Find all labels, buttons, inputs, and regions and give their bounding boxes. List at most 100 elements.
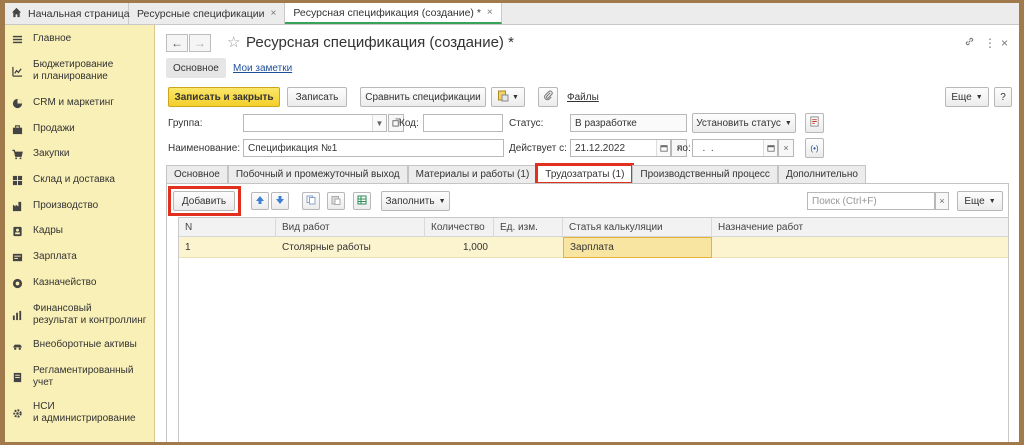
save-and-close-button[interactable]: Записать и закрыть — [168, 87, 280, 107]
sidebar-item-label: НСИ и администрирование — [33, 401, 136, 424]
close-icon: × — [939, 196, 945, 206]
more-icon[interactable]: ⋮ — [984, 36, 996, 50]
copy-icon — [306, 195, 316, 208]
warehouse-icon — [11, 174, 23, 186]
search-input[interactable]: Поиск (Ctrl+F) — [807, 192, 935, 210]
tab-additional[interactable]: Дополнительно — [777, 165, 866, 183]
cell-n[interactable]: 1 — [179, 237, 276, 258]
name-field[interactable]: Спецификация №1 — [243, 139, 504, 157]
save-button[interactable]: Записать — [287, 87, 347, 107]
cell-purpose[interactable] — [712, 237, 1008, 258]
help-button[interactable]: ? — [994, 87, 1012, 107]
files-link[interactable]: Файлы — [567, 92, 599, 103]
code-label: Код: — [399, 118, 419, 129]
group-field[interactable]: ▼ — [243, 114, 387, 132]
sidebar-item-production[interactable]: Производство — [5, 200, 155, 212]
tab-resource-spec-create[interactable]: Ресурсная спецификация (создание) * × — [285, 3, 502, 24]
cell-quantity[interactable]: 1,000 — [425, 237, 494, 258]
sidebar-item-purchases[interactable]: Закупки — [5, 148, 155, 160]
table-more-button[interactable]: Еще ▼ — [957, 191, 1003, 211]
status-history-button[interactable] — [805, 113, 824, 133]
code-field[interactable] — [423, 114, 503, 132]
sidebar-item-crm[interactable]: CRM и маркетинг — [5, 97, 155, 109]
compare-specs-label: Сравнить спецификации — [365, 91, 481, 103]
column-header-n[interactable]: N — [179, 218, 276, 237]
page-title: Ресурсная спецификация (создание) * — [246, 34, 514, 51]
close-icon[interactable]: × — [1001, 36, 1008, 50]
tab-labor[interactable]: Трудозатраты (1) — [535, 163, 635, 185]
arrow-right-icon: → — [194, 36, 206, 50]
sidebar-item-sales[interactable]: Продажи — [5, 123, 155, 135]
attach-button[interactable] — [538, 87, 558, 107]
cell-unit[interactable] — [494, 237, 563, 258]
fill-button[interactable]: Заполнить ▼ — [381, 191, 450, 211]
excel-button[interactable] — [353, 192, 371, 210]
paste-button[interactable] — [327, 192, 345, 210]
calendar-icon[interactable] — [656, 140, 670, 156]
sidebar-item-accounting[interactable]: Регламентированный учет — [5, 365, 155, 389]
valid-from-label: Действует с: — [509, 143, 567, 154]
forward-button[interactable]: → — [189, 34, 211, 52]
sidebar-item-warehouse[interactable]: Склад и доставка — [5, 174, 155, 186]
arrow-up-icon — [255, 195, 265, 208]
sidebar-item-label: Зарплата — [33, 251, 77, 262]
sidebar-item-admin[interactable]: НСИ и администрирование — [5, 401, 155, 425]
sidebar-item-label: Финансовый результат и контроллинг — [33, 303, 147, 326]
clear-valid-to-button[interactable]: × — [778, 139, 794, 157]
chevron-down-icon[interactable]: ▼ — [372, 115, 386, 131]
tab-production-process[interactable]: Производственный процесс — [632, 165, 778, 183]
compare-specs-button[interactable]: Сравнить спецификации — [360, 87, 486, 107]
labor-panel: Добавить Заполнить ▼ Поиск (Ctrl+F) × Ещ… — [166, 183, 1009, 442]
tab-byproduct[interactable]: Побочный и промежуточный выход — [227, 165, 408, 183]
tab-byproduct-label: Побочный и промежуточный выход — [235, 169, 400, 180]
calendar-icon[interactable] — [763, 140, 777, 156]
back-button[interactable]: ← — [166, 34, 188, 52]
link-icon[interactable] — [964, 36, 975, 50]
sidebar-item-budgeting[interactable]: Бюджетирование и планирование — [5, 59, 155, 83]
tab-home[interactable]: Начальная страница — [5, 3, 130, 24]
sidebar-item-label: Главное — [33, 33, 72, 44]
app-window: Начальная страница Ресурсные спецификаци… — [5, 3, 1019, 442]
period-button[interactable]: (•) — [805, 138, 824, 158]
valid-to-field[interactable]: . . — [692, 139, 778, 157]
arrow-down-icon — [275, 195, 285, 208]
paperclip-icon — [543, 90, 554, 104]
tab-my-notes-label: Мои заметки — [233, 62, 293, 74]
more-button[interactable]: Еще ▼ — [945, 87, 989, 107]
tab-resource-specs[interactable]: Ресурсные спецификации × — [129, 3, 286, 24]
move-down-button[interactable] — [271, 192, 289, 210]
sidebar-item-main[interactable]: Главное — [5, 33, 155, 45]
column-header-unit[interactable]: Ед. изм. — [494, 218, 563, 237]
search-clear-button[interactable]: × — [935, 192, 949, 210]
labor-table: N Вид работ Количество Ед. изм. Статья к… — [178, 217, 1009, 442]
set-status-button[interactable]: Установить статус ▼ — [692, 113, 796, 133]
print-dropdown-button[interactable]: ▼ — [491, 87, 525, 107]
tab-basic[interactable]: Основное — [166, 165, 228, 183]
copy-button[interactable] — [302, 192, 320, 210]
chevron-down-icon: ▼ — [988, 197, 996, 205]
column-header-work-type[interactable]: Вид работ — [276, 218, 425, 237]
arrow-left-icon: ← — [171, 36, 183, 50]
sidebar-item-assets[interactable]: Внеоборотные активы — [5, 339, 155, 351]
cell-work-type[interactable]: Столярные работы — [276, 237, 425, 258]
sidebar-item-finance[interactable]: Финансовый результат и контроллинг — [5, 303, 155, 327]
close-icon[interactable]: × — [487, 7, 493, 18]
column-header-purpose[interactable]: Назначение работ — [712, 218, 1008, 237]
tab-my-notes[interactable]: Мои заметки — [233, 58, 292, 78]
tab-production-process-label: Производственный процесс — [640, 169, 770, 180]
tab-materials[interactable]: Материалы и работы (1) — [407, 165, 538, 183]
table-row[interactable]: 1 Столярные работы 1,000 Зарплата — [179, 237, 1008, 258]
star-icon[interactable]: ☆ — [227, 33, 240, 51]
sidebar-item-label: Бюджетирование и планирование — [33, 59, 114, 82]
close-icon[interactable]: × — [271, 8, 277, 19]
column-header-cost-item[interactable]: Статья калькуляции — [563, 218, 712, 237]
sidebar-item-staff[interactable]: Кадры — [5, 225, 155, 237]
sidebar-item-salary[interactable]: Зарплата — [5, 251, 155, 263]
tab-main-section[interactable]: Основное — [166, 58, 226, 78]
valid-from-field[interactable]: 21.12.2022 — [570, 139, 671, 157]
sidebar-item-treasury[interactable]: Казначейство — [5, 277, 155, 289]
column-header-quantity[interactable]: Количество — [425, 218, 494, 237]
assets-icon — [11, 339, 23, 351]
cell-cost-item[interactable]: Зарплата — [563, 237, 712, 258]
move-up-button[interactable] — [251, 192, 269, 210]
